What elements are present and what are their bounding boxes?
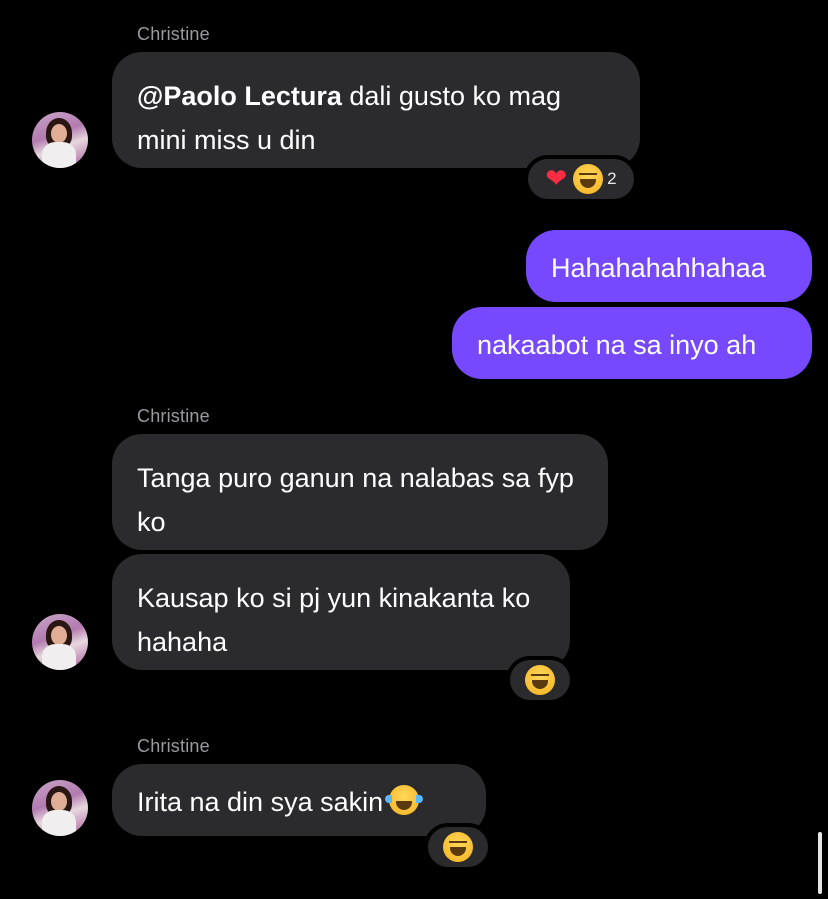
sender-name: Christine bbox=[137, 24, 210, 44]
message-text: nakaabot na sa inyo ah bbox=[477, 330, 757, 360]
sender-name: Christine bbox=[137, 406, 210, 426]
message-text: Tanga puro ganun na nalabas sa fyp ko bbox=[137, 463, 574, 537]
message-bubble[interactable]: Irita na din sya sakin bbox=[112, 764, 486, 836]
message-bubble[interactable]: Tanga puro ganun na nalabas sa fyp ko bbox=[112, 434, 608, 550]
avatar[interactable] bbox=[32, 112, 88, 168]
face-with-tears-of-joy-icon bbox=[385, 785, 424, 815]
red-heart-icon: ❤ bbox=[545, 164, 568, 194]
message-text: Irita na din sya sakin bbox=[137, 787, 384, 817]
reaction-count: 2 bbox=[607, 169, 617, 188]
sender-name: Christine bbox=[137, 736, 210, 756]
grinning-squinting-face-icon bbox=[573, 164, 604, 194]
message-bubble[interactable]: nakaabot na sa inyo ah bbox=[452, 307, 812, 379]
reaction-pill[interactable]: ❤ 2 bbox=[524, 155, 638, 203]
message-text: Kausap ko si pj yun kinakanta ko hahaha bbox=[137, 583, 531, 657]
message-bubble[interactable]: Kausap ko si pj yun kinakanta ko hahaha bbox=[112, 554, 570, 670]
avatar[interactable] bbox=[32, 614, 88, 670]
message-bubble[interactable]: @Paolo Lectura dali gusto ko mag mini mi… bbox=[112, 52, 640, 168]
mention-link[interactable]: @Paolo Lectura bbox=[137, 81, 342, 111]
message-bubble[interactable]: Hahahahahhahaa bbox=[526, 230, 812, 302]
reaction-pill[interactable] bbox=[506, 656, 574, 704]
reaction-pill[interactable] bbox=[424, 823, 492, 871]
message-text: Hahahahahhahaa bbox=[551, 253, 766, 283]
grinning-squinting-face-icon bbox=[443, 832, 473, 862]
scrollbar[interactable] bbox=[818, 832, 822, 894]
avatar[interactable] bbox=[32, 780, 88, 836]
grinning-squinting-face-icon bbox=[525, 665, 555, 695]
